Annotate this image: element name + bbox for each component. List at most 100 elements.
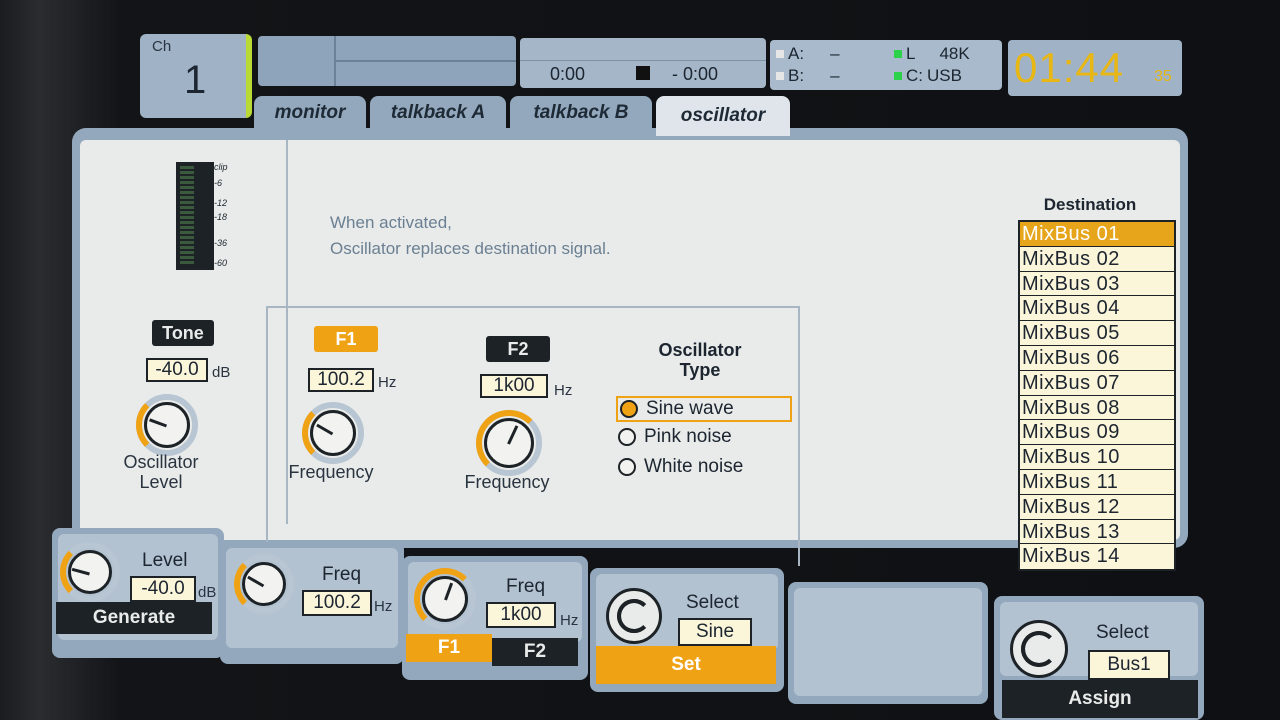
encoder-empty <box>788 582 988 704</box>
stop-icon[interactable] <box>636 66 650 80</box>
destination-item[interactable]: MixBus 13 <box>1020 520 1174 545</box>
level-encoder-label: Level <box>142 550 188 571</box>
radio-selected-icon <box>620 400 638 418</box>
f1-badge[interactable]: F1 <box>314 326 378 352</box>
radio-pink-noise[interactable]: Pink noise <box>616 424 732 450</box>
radio-sine-wave[interactable]: Sine wave <box>616 396 792 422</box>
f2-frequency-value[interactable]: 1k00 <box>480 374 548 398</box>
clock-source-value: USB <box>927 66 962 85</box>
meter-bar <box>180 166 194 266</box>
assign-encoder-value[interactable]: Bus1 <box>1088 650 1170 680</box>
tab-talkback-a[interactable]: talkback A <box>370 96 506 130</box>
meter-scale-label: -6 <box>214 178 223 188</box>
assign-encoder-label: Select <box>1096 622 1149 643</box>
title-line: Oscillator <box>658 340 742 360</box>
destination-item[interactable]: MixBus 08 <box>1020 396 1174 421</box>
destination-item[interactable]: MixBus 01 <box>1020 222 1174 247</box>
meter-scale-label: -60 <box>214 258 228 268</box>
meter-scale-label: -18 <box>214 212 228 222</box>
freq-f2-encoder-label: Freq <box>506 576 546 597</box>
level-meter <box>176 162 214 270</box>
radio-label: Pink noise <box>644 426 732 447</box>
channel-number: 1 <box>184 58 207 102</box>
radio-white-noise[interactable]: White noise <box>616 454 743 480</box>
oscillator-level-knob[interactable] <box>144 402 190 448</box>
title-line: Type <box>679 360 721 380</box>
channel-indicator[interactable]: Ch 1 <box>140 34 252 118</box>
destination-item[interactable]: MixBus 02 <box>1020 247 1174 272</box>
tab-oscillator[interactable]: oscillator <box>656 96 790 136</box>
osc-type-encoder-label: Select <box>686 592 739 613</box>
input-b-label: B: <box>788 66 805 85</box>
freq-f2-encoder-value[interactable]: 1k00 <box>486 602 556 628</box>
cycle-icon[interactable] <box>1010 620 1068 678</box>
f1-frequency-caption: Frequency <box>288 462 374 482</box>
assign-button[interactable]: Assign <box>1002 680 1198 718</box>
destination-item[interactable]: MixBus 03 <box>1020 272 1174 297</box>
level-encoder-value[interactable]: -40.0 <box>130 576 196 602</box>
destination-title: Destination <box>1043 195 1137 214</box>
channel-label: Ch <box>152 38 172 55</box>
freq-f1-encoder-value[interactable]: 100.2 <box>302 590 372 616</box>
level-encoder-unit: dB <box>198 584 217 601</box>
status-led-icon <box>776 72 784 80</box>
scribble-divider <box>336 60 516 62</box>
destination-item[interactable]: MixBus 07 <box>1020 371 1174 396</box>
destination-item[interactable]: MixBus 14 <box>1020 544 1174 569</box>
input-b-status: B: – <box>776 66 840 86</box>
tone-badge: Tone <box>152 320 214 346</box>
tab-talkback-b[interactable]: talkback B <box>510 96 652 130</box>
f2-frequency-caption: Frequency <box>464 472 550 492</box>
f2-select-button[interactable]: F2 <box>492 638 578 666</box>
generate-button[interactable]: Generate <box>56 602 212 634</box>
f1-select-button[interactable]: F1 <box>406 634 492 662</box>
meter-scale-label: -36 <box>214 238 228 248</box>
destination-item[interactable]: MixBus 09 <box>1020 420 1174 446</box>
tab-monitor[interactable]: monitor <box>254 96 366 130</box>
input-a-status: A: – <box>776 44 840 64</box>
oscillator-type-title: Oscillator Type <box>640 340 760 380</box>
f2-frequency-unit: Hz <box>554 382 573 399</box>
cycle-icon[interactable] <box>606 588 662 644</box>
sample-rate-label: L <box>906 44 916 63</box>
scribble-strip <box>258 36 516 86</box>
f1-frequency-unit: Hz <box>378 374 397 391</box>
meter-scale-label: clip <box>214 162 228 172</box>
tone-level-value[interactable]: -40.0 <box>146 358 208 382</box>
radio-label: White noise <box>644 456 744 477</box>
sample-rate-value: 48K <box>939 44 970 63</box>
input-a-label: A: <box>788 44 805 63</box>
destination-item[interactable]: MixBus 04 <box>1020 296 1174 322</box>
info-line: Oscillator replaces destination signal. <box>330 239 611 258</box>
caption-line: Level <box>139 472 183 492</box>
clock-source-status: C: USB <box>894 66 962 86</box>
radio-icon <box>618 458 636 476</box>
set-button[interactable]: Set <box>596 646 776 684</box>
freq-f1-encoder-unit: Hz <box>374 598 393 615</box>
oscillator-level-caption: Oscillator Level <box>106 452 216 492</box>
destination-item[interactable]: MixBus 10 <box>1020 445 1174 470</box>
osc-type-encoder-value[interactable]: Sine <box>678 618 752 646</box>
caption-line: Oscillator <box>123 452 199 472</box>
status-led-icon <box>776 50 784 58</box>
f2-badge[interactable]: F2 <box>486 336 550 362</box>
input-b-value: – <box>830 66 840 85</box>
clock-seconds: 35 <box>1154 68 1172 85</box>
destination-item[interactable]: MixBus 06 <box>1020 346 1174 371</box>
destination-item[interactable]: MixBus 11 <box>1020 470 1174 495</box>
destination-item[interactable]: MixBus 12 <box>1020 495 1174 520</box>
io-status: A: – B: – L 48K C: USB <box>770 40 1002 90</box>
clock-source-label: C: <box>906 66 923 85</box>
encoder-face <box>794 588 982 696</box>
elapsed-time: 0:00 <box>550 64 586 84</box>
destination-list[interactable]: MixBus 01 MixBus 02 MixBus 03 MixBus 04 … <box>1018 220 1176 572</box>
f1-frequency-value[interactable]: 100.2 <box>308 368 374 392</box>
info-line: When activated, <box>330 213 452 232</box>
transport-display: 0:00 - 0:00 <box>520 38 766 88</box>
clock-time: 01:44 <box>1014 44 1125 91</box>
clock-display: 01:44 35 <box>1008 40 1182 96</box>
radio-icon <box>618 428 636 446</box>
remaining-time: - 0:00 <box>672 64 719 84</box>
status-led-icon <box>894 50 902 58</box>
destination-item[interactable]: MixBus 05 <box>1020 321 1174 346</box>
